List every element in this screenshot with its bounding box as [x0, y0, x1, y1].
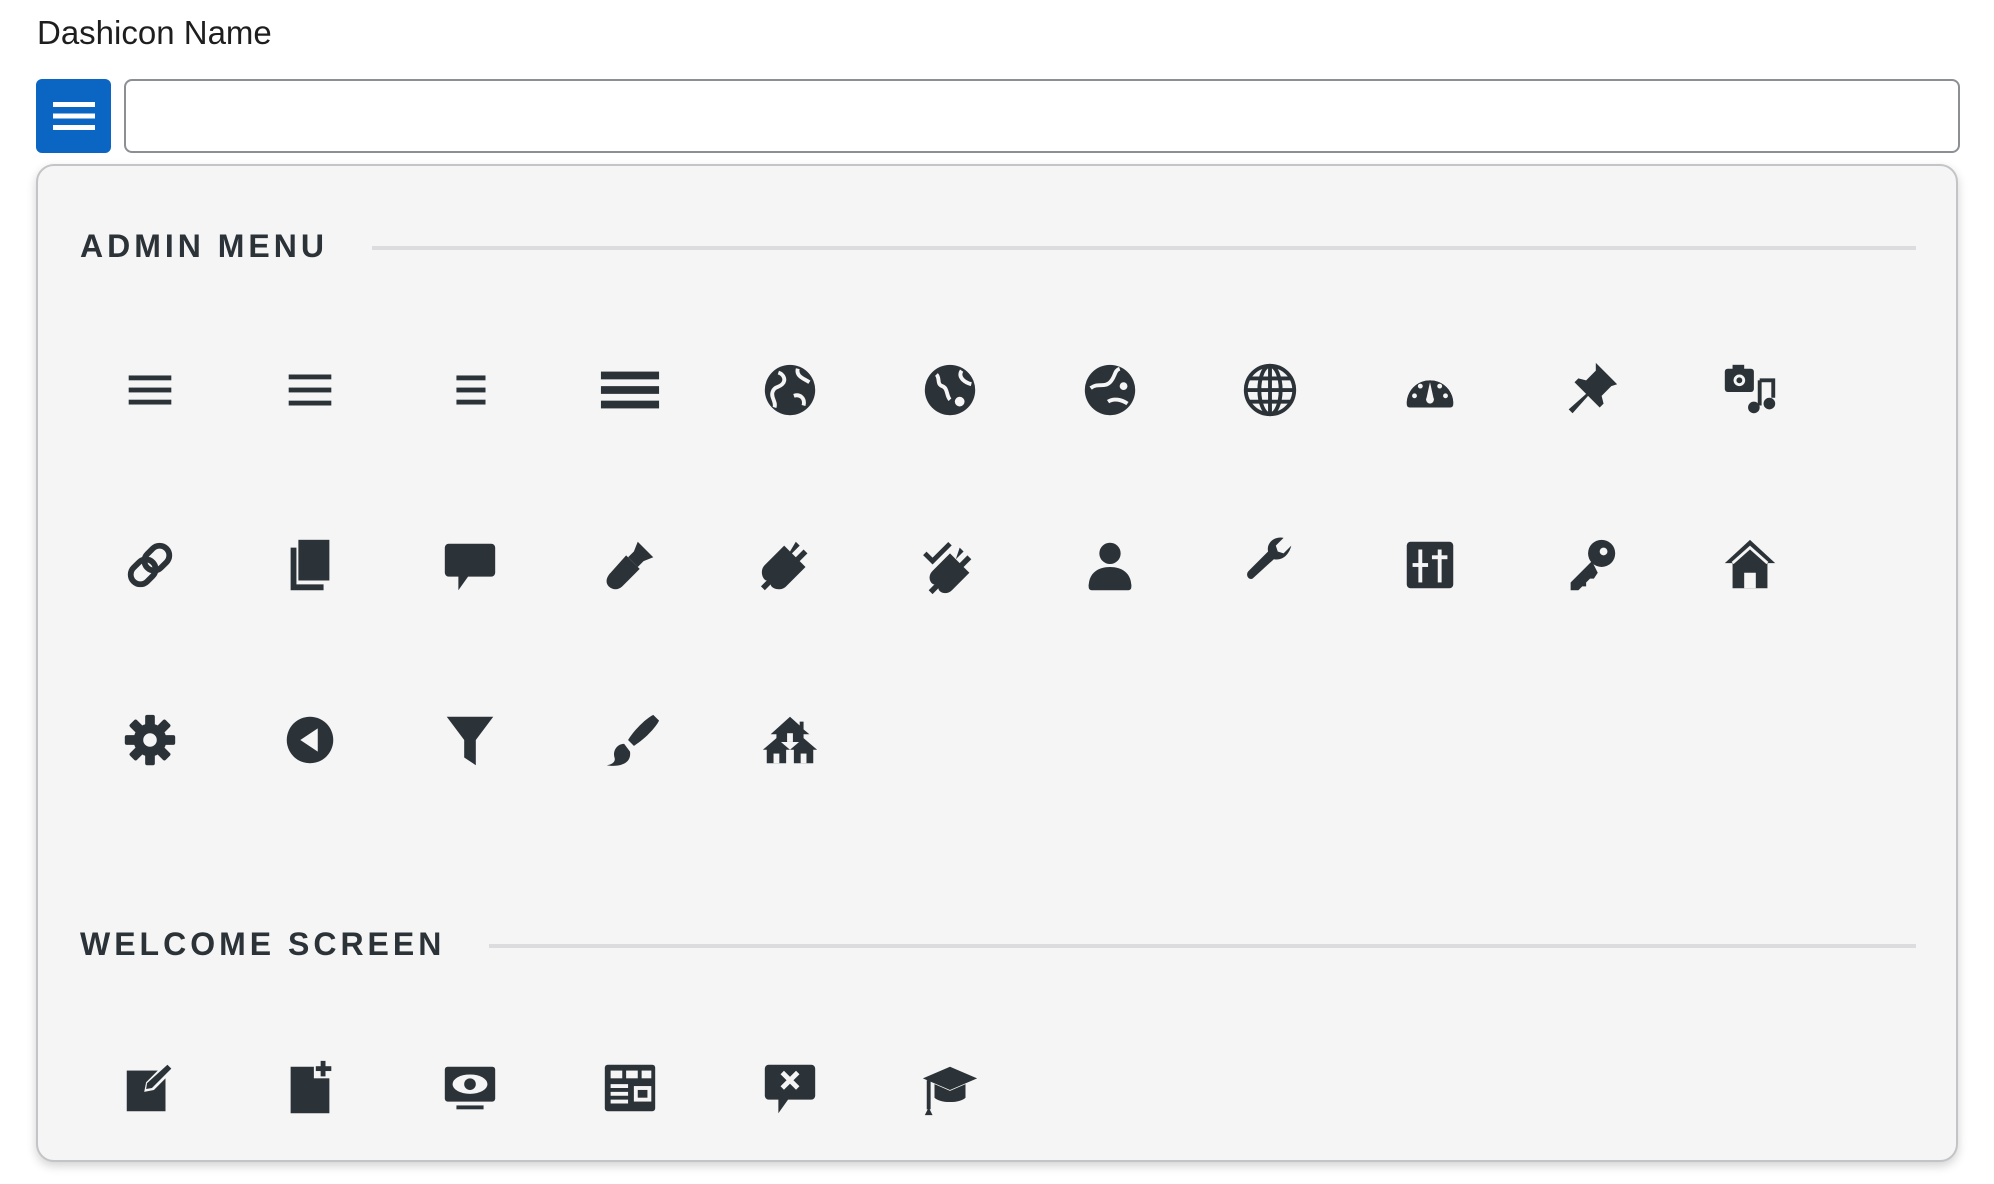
- admin-multisite-icon: [762, 716, 818, 763]
- icon-option-welcome-widgets-menus[interactable]: [550, 1000, 710, 1175]
- admin-site-alt3-icon: [1243, 363, 1297, 416]
- admin-appearance-icon: [606, 541, 654, 589]
- icon-option-admin-comments[interactable]: [390, 477, 550, 652]
- icon-option-welcome-write-blog[interactable]: [70, 1000, 230, 1175]
- icon-option-plugins-checked[interactable]: [870, 477, 1030, 652]
- section-header-welcome-screen: WELCOME SCREEN: [80, 926, 1916, 963]
- section-header-admin-menu: ADMIN MENU: [80, 228, 1916, 265]
- icon-option-admin-site-alt[interactable]: [870, 302, 1030, 477]
- menu-alt3-icon: [600, 371, 660, 408]
- icon-option-admin-tools[interactable]: [1190, 477, 1350, 652]
- icon-option-admin-media[interactable]: [1670, 302, 1830, 477]
- admin-media-icon: [1724, 364, 1776, 413]
- icon-option-admin-page[interactable]: [230, 477, 390, 652]
- welcome-view-site-icon: [444, 1066, 496, 1109]
- dashicon-name-input[interactable]: [124, 79, 1960, 153]
- icon-option-admin-generic[interactable]: [70, 652, 230, 827]
- icon-option-menu[interactable]: [70, 302, 230, 477]
- icon-option-admin-customizer[interactable]: [550, 652, 710, 827]
- section-title: WELCOME SCREEN: [80, 926, 446, 962]
- icon-option-admin-site[interactable]: [710, 302, 870, 477]
- divider: [371, 245, 1916, 250]
- admin-page-icon: [290, 539, 330, 590]
- admin-plugins-icon: [760, 541, 808, 590]
- icon-option-admin-settings[interactable]: [1350, 477, 1510, 652]
- admin-site-icon: [764, 364, 816, 415]
- icon-picker-panel: ADMIN MENU WELCOME SCREEN: [36, 164, 1958, 1162]
- icon-option-admin-appearance[interactable]: [550, 477, 710, 652]
- admin-settings-icon: [1406, 541, 1454, 588]
- menu-alt2-icon: [456, 374, 486, 405]
- admin-users-icon: [1088, 542, 1132, 590]
- plugins-checked-icon: [923, 541, 972, 594]
- icon-picker-toggle-button[interactable]: [36, 79, 111, 153]
- admin-customizer-icon: [606, 714, 660, 766]
- icon-option-welcome-learn-more[interactable]: [870, 1000, 1030, 1175]
- divider: [489, 943, 1916, 948]
- dashboard-icon: [1406, 379, 1454, 407]
- icon-option-admin-users[interactable]: [1030, 477, 1190, 652]
- admin-home-icon: [1724, 539, 1776, 588]
- admin-generic-icon: [124, 714, 176, 765]
- icon-option-admin-collapse[interactable]: [230, 652, 390, 827]
- icon-option-welcome-add-page[interactable]: [230, 1000, 390, 1175]
- section-title: ADMIN MENU: [80, 228, 328, 264]
- icon-grid-welcome-screen: [70, 1000, 1830, 1175]
- admin-comments-icon: [444, 543, 496, 590]
- icon-option-admin-site-alt2[interactable]: [1030, 302, 1190, 477]
- icon-option-filter[interactable]: [390, 652, 550, 827]
- admin-site-alt-icon: [924, 364, 976, 415]
- admin-links-icon: [127, 542, 173, 587]
- welcome-write-blog-icon: [126, 1060, 176, 1111]
- admin-tools-icon: [1247, 537, 1292, 579]
- icon-option-menu-alt3[interactable]: [550, 302, 710, 477]
- welcome-widgets-menus-icon: [604, 1064, 656, 1111]
- admin-collapse-icon: [286, 716, 334, 763]
- icon-option-admin-plugins[interactable]: [710, 477, 870, 652]
- welcome-comments-icon: [764, 1064, 816, 1113]
- admin-post-icon: [1568, 362, 1618, 413]
- field-label: Dashicon Name: [37, 14, 272, 51]
- icon-option-welcome-view-site[interactable]: [390, 1000, 550, 1175]
- icon-option-menu-alt[interactable]: [230, 302, 390, 477]
- icon-option-welcome-comments[interactable]: [710, 1000, 870, 1175]
- welcome-learn-more-icon: [922, 1066, 978, 1115]
- menu-alt-icon: [288, 374, 332, 405]
- menu-icon: [128, 374, 172, 405]
- icon-option-dashboard[interactable]: [1350, 302, 1510, 477]
- icon-option-admin-site-alt3[interactable]: [1190, 302, 1350, 477]
- icon-option-menu-alt2[interactable]: [390, 302, 550, 477]
- admin-site-alt2-icon: [1084, 364, 1136, 415]
- filter-icon: [446, 716, 494, 765]
- welcome-add-page-icon: [290, 1058, 334, 1113]
- menu-icon: [52, 102, 95, 130]
- icon-grid-admin-menu: [70, 302, 1830, 827]
- icon-option-admin-post[interactable]: [1510, 302, 1670, 477]
- icon-option-admin-multisite[interactable]: [710, 652, 870, 827]
- admin-network-icon: [1570, 539, 1616, 590]
- icon-option-admin-home[interactable]: [1670, 477, 1830, 652]
- icon-option-admin-network[interactable]: [1510, 477, 1670, 652]
- icon-option-admin-links[interactable]: [70, 477, 230, 652]
